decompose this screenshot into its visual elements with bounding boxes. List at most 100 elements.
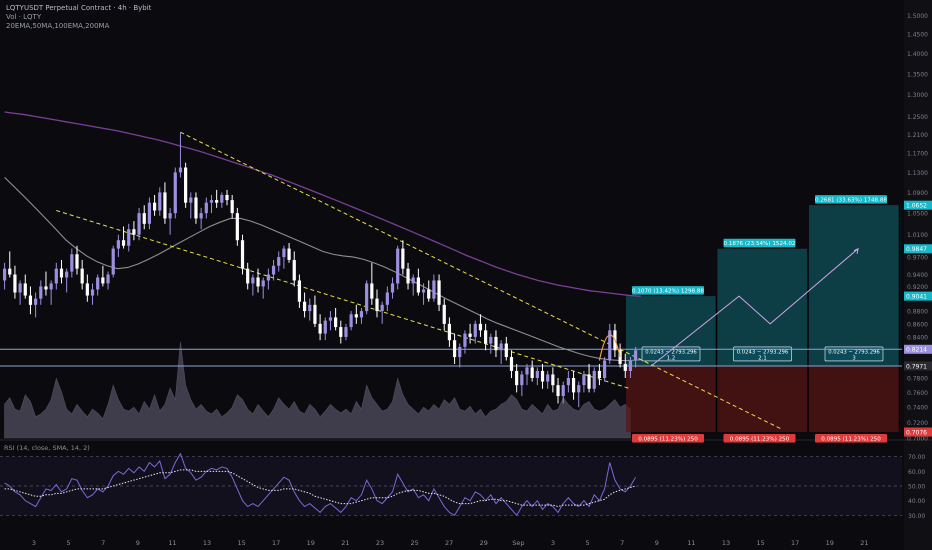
candle-body — [571, 377, 576, 393]
time-axis-tick-label: 23 — [376, 539, 384, 547]
candle-body — [365, 283, 369, 312]
candle-body — [468, 333, 472, 337]
price-tag-label: 0.8214 — [906, 347, 927, 354]
rsi-axis-tick-label: 30.00 — [908, 513, 925, 520]
candle-body — [106, 274, 110, 284]
candle-body — [271, 265, 276, 275]
candle-body — [13, 274, 17, 293]
time-axis-tick-label: 29 — [480, 539, 488, 547]
chart-canvas: 1.50001.45001.40001.35001.30001.25001.21… — [0, 0, 932, 550]
candle-body — [163, 192, 167, 219]
price-axis-tick-label: 1.4500 — [907, 32, 928, 39]
candle-body — [535, 370, 539, 378]
candle-body — [59, 268, 64, 278]
candle-body — [184, 167, 188, 203]
candle-body — [121, 240, 126, 246]
price-axis-tick-label: 0.8800 — [907, 309, 928, 316]
stop-label: 0.0895 (11.23%) 250 — [638, 436, 698, 442]
time-axis-tick-label: 17 — [272, 539, 280, 547]
stop-label: 0.0895 (11.23%) 250 — [821, 436, 881, 442]
candle-body — [142, 213, 146, 224]
candle-body — [173, 172, 177, 214]
candle-body — [96, 277, 100, 290]
candle-body — [18, 283, 22, 293]
candle-body — [432, 280, 436, 299]
candle-body — [509, 357, 514, 371]
candle-body — [116, 240, 120, 249]
price-axis-tick-label: 1.3500 — [907, 71, 928, 78]
price-axis-tick-label: 0.9400 — [907, 272, 928, 279]
candle-body — [152, 202, 157, 211]
candle-body — [49, 283, 53, 290]
price-axis-tick-label: 1.0100 — [907, 232, 928, 239]
candle-body — [587, 374, 591, 389]
candle-body — [127, 229, 131, 246]
price-axis-tick-label: 0.7200 — [907, 420, 928, 427]
candle-body — [23, 283, 27, 296]
time-axis-tick-label: 11 — [168, 539, 176, 547]
candle-body — [561, 385, 565, 397]
candle-body — [251, 277, 255, 284]
time-axis-tick-label: 13 — [722, 539, 730, 547]
price-axis-tick-label: 0.7000 — [907, 436, 928, 443]
candle-body — [530, 367, 534, 378]
price-tag-label: 0.9847 — [906, 246, 927, 253]
candle-body — [489, 336, 493, 344]
time-axis-tick-label: 9 — [655, 539, 659, 547]
price-axis-tick-label: 1.1300 — [907, 170, 928, 177]
candle-body — [344, 327, 348, 337]
time-axis-tick-label: Sep — [512, 539, 524, 547]
indicators-label: 20EMA,50MA,100EMA,200MA — [6, 22, 110, 30]
time-axis-tick-label: 7 — [101, 539, 105, 547]
candle-body — [132, 229, 136, 235]
candle-body — [401, 248, 405, 269]
candle-body — [494, 336, 498, 351]
candle-body — [592, 370, 596, 389]
candle-body — [473, 323, 477, 337]
candle-body — [65, 271, 69, 278]
candle-body — [297, 280, 302, 302]
stop-zone — [809, 365, 901, 433]
candle-body — [230, 200, 234, 214]
candle-body — [101, 277, 105, 284]
time-axis-tick-label: 5 — [586, 539, 590, 547]
candle-body — [302, 301, 307, 312]
candle-body — [8, 268, 12, 275]
time-axis-tick-label: 21 — [860, 539, 868, 547]
candle-body — [137, 213, 141, 235]
candle-body — [380, 304, 384, 312]
candle-body — [359, 311, 364, 318]
price-tag-label: 1.0652 — [906, 203, 927, 210]
candle-body — [354, 314, 358, 318]
time-axis-tick-label: 15 — [237, 539, 245, 547]
rsi-axis-tick-label: 70.00 — [908, 454, 925, 461]
candle-body — [634, 350, 638, 361]
time-axis-tick-label: 3 — [551, 539, 555, 547]
candle-body — [370, 283, 374, 299]
candle-body — [499, 343, 503, 351]
time-axis-tick-label: 17 — [791, 539, 799, 547]
candle-body — [437, 280, 441, 305]
candle-body — [349, 314, 353, 328]
time-axis-tick-label: 3 — [32, 539, 36, 547]
candle-body — [540, 370, 545, 382]
candle-body — [168, 213, 172, 219]
price-axis-tick-label: 0.8400 — [907, 334, 928, 341]
time-axis-tick-label: 7 — [620, 539, 624, 547]
candle-body — [215, 200, 219, 203]
candle-body — [442, 304, 446, 324]
price-axis-tick-label: 1.2100 — [907, 132, 928, 139]
target-zone — [809, 205, 901, 366]
time-axis-tick-label: 5 — [67, 539, 71, 547]
candle-body — [463, 333, 467, 347]
price-tag-label: 0.9041 — [906, 294, 927, 301]
candle-body — [566, 377, 570, 386]
candle-body — [551, 374, 555, 386]
candle-body — [246, 268, 250, 284]
candle-body — [577, 385, 581, 393]
candle-body — [520, 374, 524, 386]
candle-body — [328, 317, 333, 321]
candle-body — [313, 304, 317, 324]
candle-body — [85, 283, 89, 296]
time-axis-tick-label: 27 — [445, 539, 453, 547]
